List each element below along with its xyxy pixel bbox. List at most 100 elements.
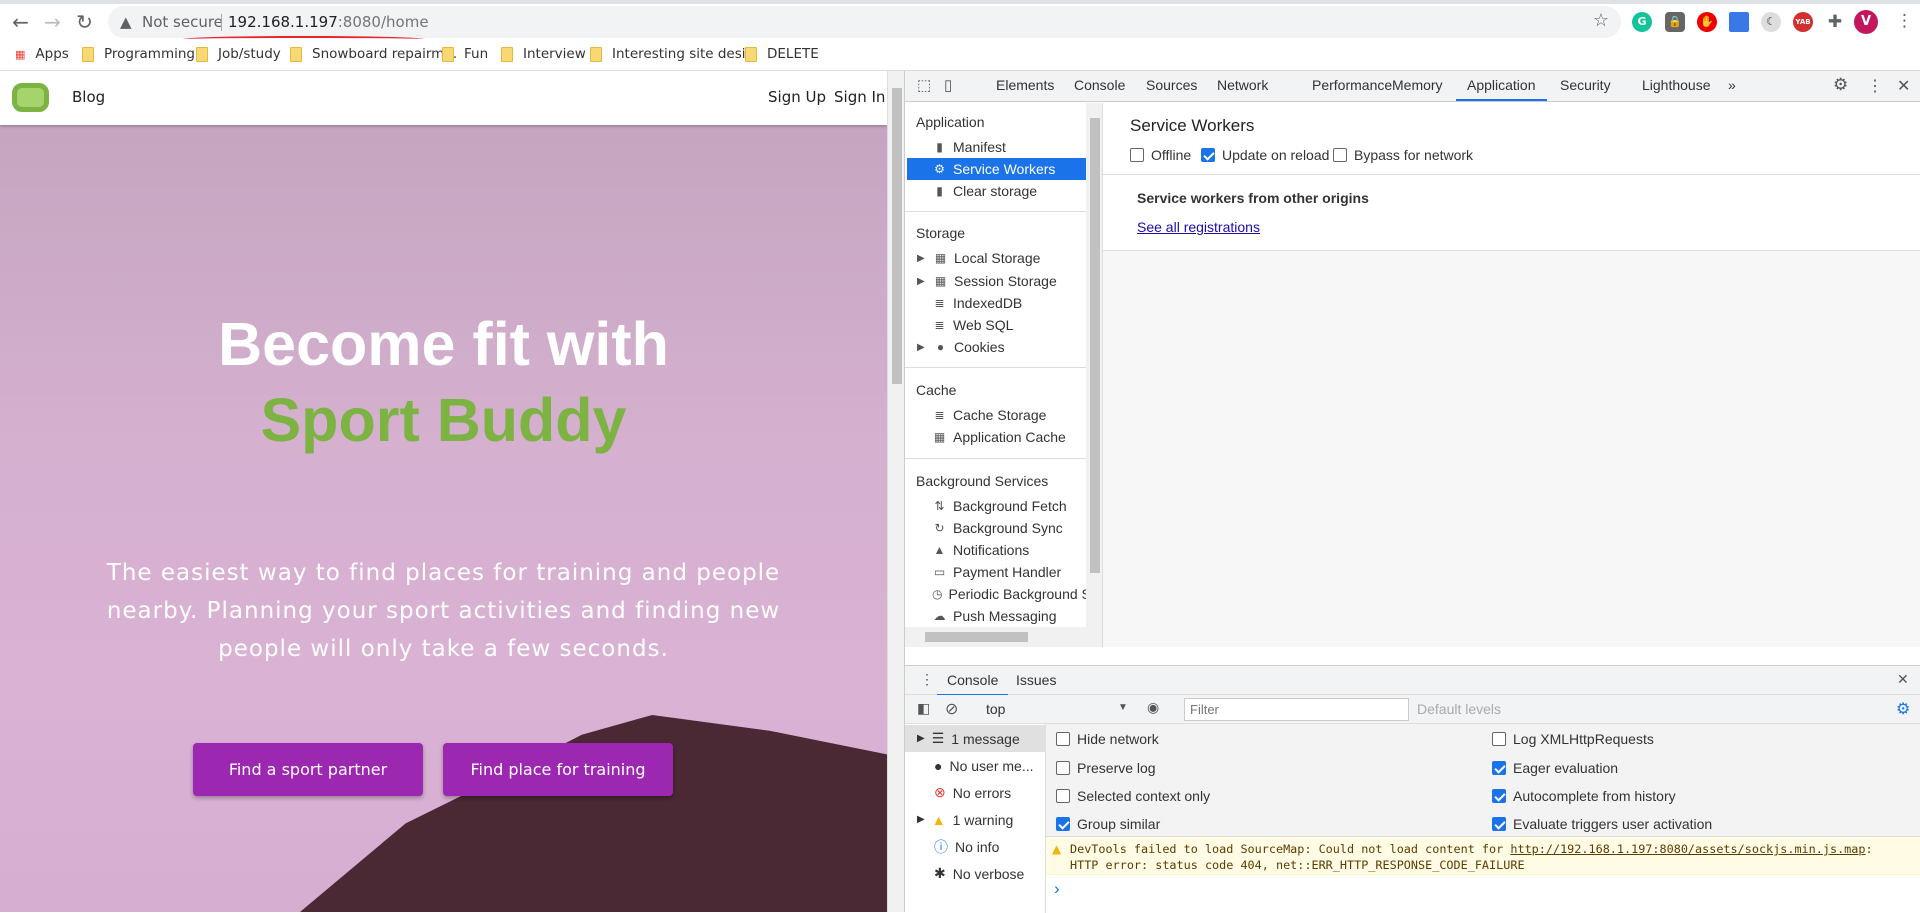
checkbox[interactable] xyxy=(1056,761,1070,775)
inspect-element-icon[interactable]: ⬚ xyxy=(917,76,931,94)
lock-extension-icon[interactable]: 🔒 xyxy=(1665,12,1685,32)
sidebar-item-indexeddb[interactable]: ≣ IndexedDB xyxy=(932,292,1102,314)
tab-security[interactable]: Security xyxy=(1560,77,1611,93)
sidebar-item-session-storage[interactable]: ▶ ▦ Session Storage xyxy=(917,270,1102,292)
tab-lighthouse[interactable]: Lighthouse xyxy=(1642,77,1711,93)
console-settings-icon[interactable]: ⚙ xyxy=(1896,699,1910,719)
filter-user-messages[interactable]: ● No user me... xyxy=(905,752,1046,779)
sidebar-item-background-fetch[interactable]: ⇅ Background Fetch xyxy=(932,495,1102,517)
sidebar-item-cache-storage[interactable]: ≣ Cache Storage xyxy=(932,404,1102,426)
tab-application[interactable]: Application xyxy=(1456,77,1547,101)
filter-errors[interactable]: ⊗ No errors xyxy=(905,779,1046,806)
drawer-tab-issues[interactable]: Issues xyxy=(1016,672,1056,688)
checkbox[interactable] xyxy=(1056,789,1070,803)
address-bar[interactable]: ▲ Not secure 192.168.1.197:8080/home ☆ xyxy=(108,6,1621,38)
checkbox[interactable] xyxy=(1492,789,1506,803)
filter-input[interactable] xyxy=(1184,698,1409,721)
chrome-menu-icon[interactable]: ⋮ xyxy=(1896,11,1913,31)
grammarly-icon[interactable]: G xyxy=(1632,12,1652,32)
sidebar-scrollbar[interactable] xyxy=(1086,103,1102,647)
bookmark-job-study[interactable]: Job/study xyxy=(196,46,281,62)
tab-console[interactable]: Console xyxy=(1074,77,1125,93)
page-scrollbar[interactable] xyxy=(887,71,904,912)
autocomplete-history-checkbox[interactable]: Autocomplete from history xyxy=(1492,788,1676,804)
show-sidebar-icon[interactable]: ◧ xyxy=(917,700,930,717)
eye-icon[interactable]: ◉ xyxy=(1147,699,1159,716)
extensions-puzzle-icon[interactable]: ✚ xyxy=(1825,12,1845,32)
profile-avatar[interactable]: V xyxy=(1854,10,1878,34)
preserve-log-checkbox[interactable]: Preserve log xyxy=(1056,760,1156,776)
sidebar-item-notifications[interactable]: ▲ Notifications xyxy=(932,539,1102,561)
checkbox[interactable] xyxy=(1492,761,1506,775)
yab-icon[interactable]: YAB xyxy=(1793,12,1813,32)
bookmark-interesting-sites[interactable]: Interesting site desi... xyxy=(590,46,758,62)
scrollbar-thumb[interactable] xyxy=(925,632,1028,642)
filter-messages[interactable]: ▶ ☰ 1 message xyxy=(905,725,1046,752)
calendar-extension-icon[interactable] xyxy=(1729,12,1749,32)
tab-network[interactable]: Network xyxy=(1217,77,1268,93)
bookmark-programming[interactable]: Programming xyxy=(82,46,195,62)
default-levels-dropdown[interactable]: Default levels xyxy=(1417,701,1501,717)
bookmark-apps[interactable]: ▦ Apps xyxy=(15,46,69,62)
bookmark-delete[interactable]: DELETE xyxy=(745,46,819,62)
expand-arrow-icon[interactable]: ▶ xyxy=(917,342,927,353)
settings-gear-icon[interactable]: ⚙ xyxy=(1833,75,1848,95)
sidebar-item-application-cache[interactable]: ▦ Application Cache xyxy=(932,426,1102,448)
sidebar-item-push-messaging[interactable]: ☁ Push Messaging xyxy=(932,605,1102,627)
sidebar-item-clear-storage[interactable]: ▮ Clear storage xyxy=(932,180,1102,202)
forward-icon[interactable]: → xyxy=(39,10,66,34)
sidebar-item-periodic-background-sync[interactable]: ◷ Periodic Background Sync xyxy=(932,583,1102,605)
selected-context-checkbox[interactable]: Selected context only xyxy=(1056,788,1210,804)
find-place-training-button[interactable]: Find place for training xyxy=(443,743,673,796)
clear-console-icon[interactable]: ⊘ xyxy=(945,699,958,719)
group-similar-checkbox[interactable]: Group similar xyxy=(1056,816,1160,832)
close-devtools-icon[interactable]: ✕ xyxy=(1897,76,1910,96)
scrollbar-thumb[interactable] xyxy=(892,88,902,384)
close-drawer-icon[interactable]: ✕ xyxy=(1897,671,1909,688)
hide-network-checkbox[interactable]: Hide network xyxy=(1056,731,1159,747)
sidebar-item-cookies[interactable]: ▶ ● Cookies xyxy=(917,336,1102,358)
console-prompt[interactable]: › xyxy=(1054,879,1060,899)
filter-verbose[interactable]: ✱ No verbose xyxy=(905,860,1046,887)
sport-buddy-logo[interactable] xyxy=(12,83,49,112)
checkbox[interactable] xyxy=(1492,732,1506,746)
adblock-icon[interactable]: ✋ xyxy=(1697,12,1717,32)
update-on-reload-checkbox[interactable]: Update on reload xyxy=(1201,147,1329,163)
sidebar-item-manifest[interactable]: ▮ Manifest xyxy=(932,136,1102,158)
more-tabs-icon[interactable]: » xyxy=(1728,77,1736,93)
evaluate-triggers-checkbox[interactable]: Evaluate triggers user activation xyxy=(1492,816,1712,832)
checkbox[interactable] xyxy=(1333,148,1347,162)
bookmark-interview[interactable]: Interview xyxy=(501,46,586,62)
find-sport-partner-button[interactable]: Find a sport partner xyxy=(193,743,423,796)
bookmark-fun[interactable]: Fun xyxy=(442,46,488,62)
log-xhr-checkbox[interactable]: Log XMLHttpRequests xyxy=(1492,731,1654,747)
reload-icon[interactable]: ↻ xyxy=(71,10,98,34)
device-toolbar-icon[interactable]: ▯ xyxy=(944,76,952,94)
horizontal-scrollbar[interactable] xyxy=(905,627,1086,647)
sidebar-item-payment-handler[interactable]: ▭ Payment Handler xyxy=(932,561,1102,583)
sign-up-link[interactable]: Sign Up xyxy=(768,88,826,106)
see-all-registrations-link[interactable]: See all registrations xyxy=(1137,219,1260,235)
checkbox[interactable] xyxy=(1492,817,1506,831)
sidebar-item-service-workers[interactable]: ⚙ Service Workers xyxy=(907,158,1086,180)
devtools-menu-icon[interactable]: ⋮ xyxy=(1867,76,1883,96)
bookmark-snowboard[interactable]: Snowboard repairm... xyxy=(290,46,457,62)
tab-memory[interactable]: Memory xyxy=(1392,77,1443,93)
context-select[interactable]: top xyxy=(986,701,1005,717)
checkbox[interactable] xyxy=(1056,732,1070,746)
url-text[interactable]: 192.168.1.197:8080/home xyxy=(228,13,429,31)
sourcemap-link[interactable]: http://192.168.1.197:8080/assets/sockjs.… xyxy=(1510,842,1865,856)
tab-sources[interactable]: Sources xyxy=(1146,77,1197,93)
sidebar-item-background-sync[interactable]: ↻ Background Sync xyxy=(932,517,1102,539)
offline-checkbox[interactable]: Offline xyxy=(1130,147,1191,163)
checkbox[interactable] xyxy=(1130,148,1144,162)
drawer-menu-icon[interactable]: ⋮ xyxy=(920,671,934,688)
drawer-tab-console[interactable]: Console xyxy=(937,666,1009,696)
tab-elements[interactable]: Elements xyxy=(996,77,1054,93)
sign-in-link[interactable]: Sign In xyxy=(834,88,885,106)
expand-arrow-icon[interactable]: ▶ xyxy=(917,276,927,287)
expand-arrow-icon[interactable]: ▶ xyxy=(917,253,927,264)
checkbox[interactable] xyxy=(1201,148,1215,162)
chevron-down-icon[interactable]: ▼ xyxy=(1118,702,1128,713)
sidebar-item-web-sql[interactable]: ≣ Web SQL xyxy=(932,314,1102,336)
